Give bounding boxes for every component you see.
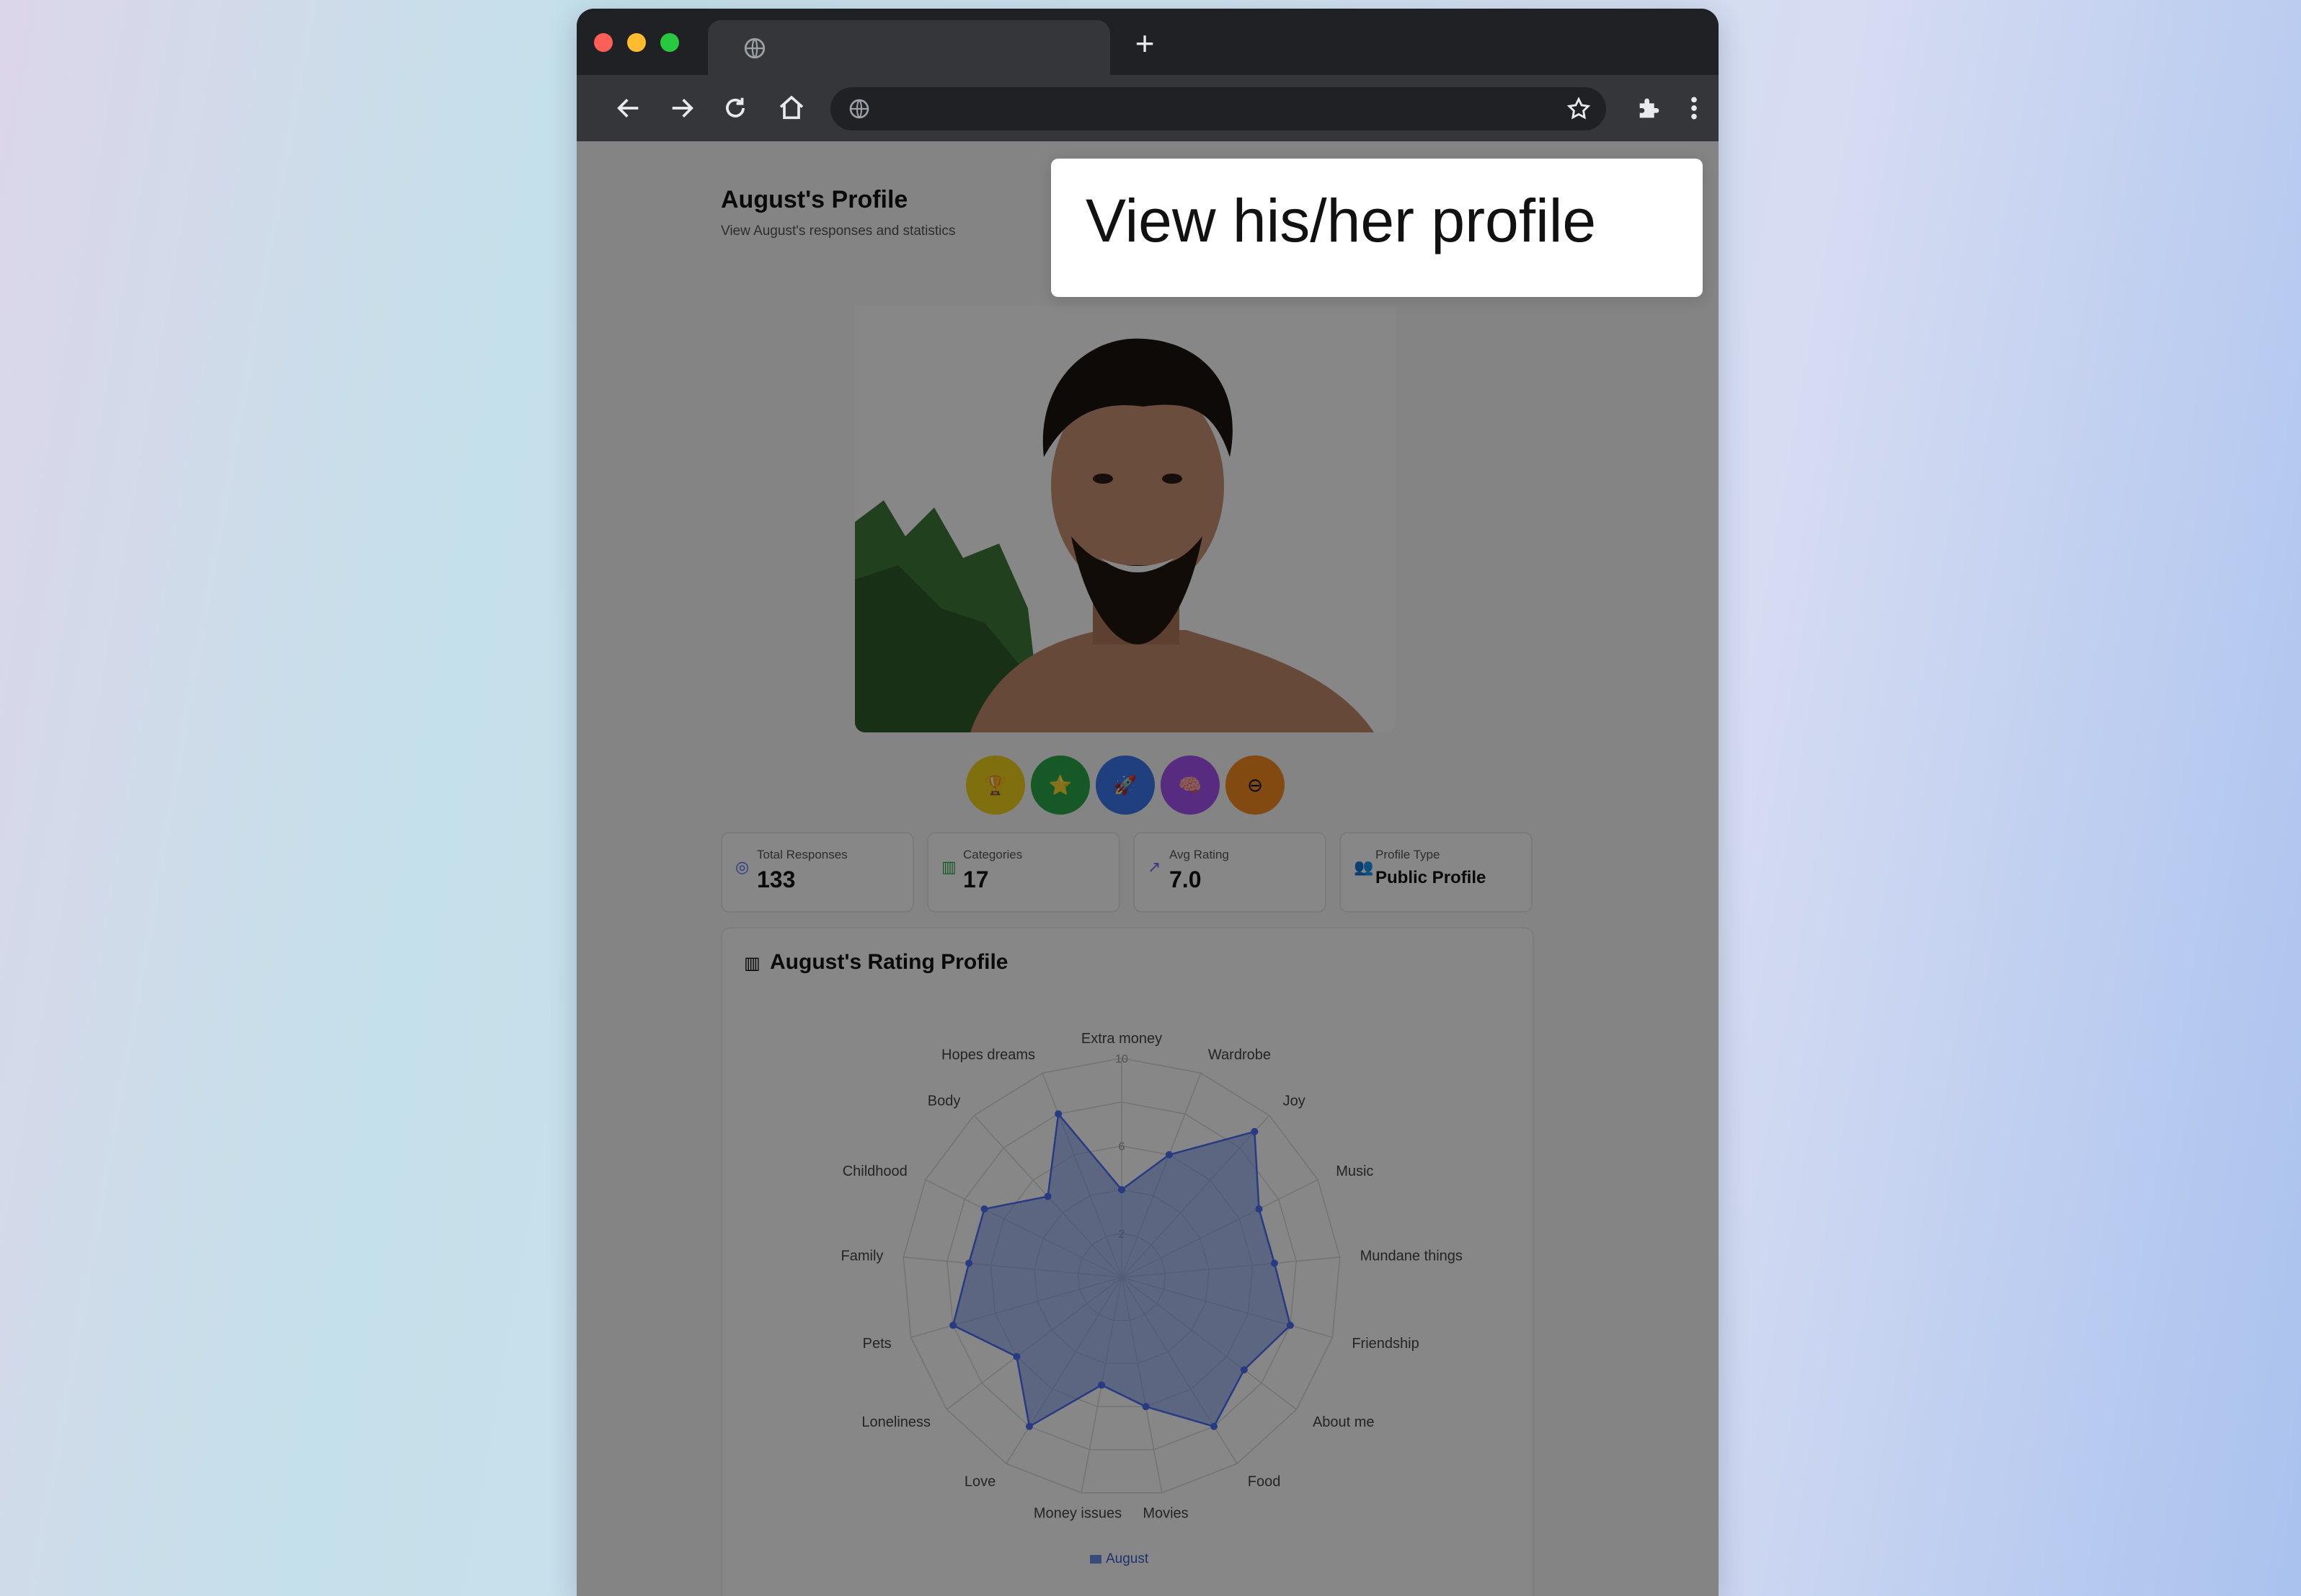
maximize-window-button[interactable]: [660, 33, 679, 52]
axis-label: Body: [928, 1094, 961, 1109]
data-point: [1270, 1259, 1278, 1267]
stat-value: 7.0: [1169, 866, 1202, 892]
axis-label: Loneliness: [861, 1414, 931, 1430]
browser-tab[interactable]: [708, 20, 1110, 76]
radar-chart: 2610Extra moneyWardrobeJoyMusicMundane t…: [841, 1031, 1463, 1521]
radial-tick-label: 6: [1119, 1141, 1125, 1153]
axis-label: Hopes dreams: [941, 1047, 1035, 1063]
axis-label: Movies: [1143, 1505, 1188, 1521]
home-icon[interactable]: [773, 89, 810, 127]
stat-value: 133: [757, 866, 796, 892]
back-arrow-icon[interactable]: [610, 89, 647, 127]
axis-label: Money issues: [1034, 1505, 1122, 1521]
stat-label: Categories: [963, 848, 1023, 861]
data-point: [1240, 1366, 1248, 1374]
data-point: [980, 1205, 988, 1213]
chart-legend[interactable]: August: [1090, 1551, 1148, 1567]
page-subtitle: View August's responses and statistics: [721, 223, 956, 239]
data-point: [1044, 1192, 1052, 1200]
stat-card-profile-type: 👥 Profile Type Public Profile: [1339, 832, 1533, 913]
site-info-globe-icon[interactable]: [848, 97, 871, 124]
forward-arrow-icon[interactable]: [663, 89, 701, 127]
axis-label: Family: [841, 1248, 884, 1264]
bookmark-star-icon[interactable]: [1566, 96, 1592, 125]
axis-label: Mundane things: [1360, 1248, 1463, 1264]
puzzle-icon[interactable]: [1631, 89, 1668, 127]
globe-icon: [742, 36, 767, 64]
tab-bar: +: [577, 9, 1719, 76]
address-bar[interactable]: [830, 87, 1606, 130]
data-point: [1251, 1127, 1259, 1135]
stat-label: Profile Type: [1375, 848, 1440, 861]
axis-label: Food: [1248, 1473, 1281, 1489]
data-point: [1098, 1381, 1106, 1389]
stat-card-total-responses: ◎ Total Responses 133: [721, 832, 914, 913]
data-point: [1055, 1110, 1063, 1118]
users-icon: 👥: [1354, 858, 1374, 876]
data-point: [1142, 1403, 1150, 1411]
trend-icon: ↗: [1148, 858, 1161, 876]
minimize-window-button[interactable]: [627, 33, 646, 52]
brain-icon[interactable]: 🧠: [1161, 755, 1220, 815]
axis-label: Childhood: [843, 1163, 908, 1179]
axis-label: Music: [1336, 1163, 1373, 1179]
data-point: [1286, 1321, 1294, 1329]
data-point: [949, 1321, 957, 1329]
axis-label: Extra money: [1081, 1031, 1162, 1047]
stat-value: 17: [963, 866, 989, 892]
stat-label: Avg Rating: [1169, 848, 1229, 861]
page-viewport: August's Profile View August's responses…: [577, 141, 1719, 1596]
legend-label: August: [1106, 1551, 1149, 1566]
stat-label: Total Responses: [757, 848, 848, 861]
bar-chart-icon: ▥: [941, 858, 957, 876]
stat-value: Public Profile: [1375, 868, 1486, 887]
axis-label: Wardrobe: [1208, 1047, 1271, 1063]
callout-text: View his/her profile: [1086, 187, 1597, 254]
page-title: August's Profile: [721, 186, 908, 213]
data-point: [1210, 1422, 1218, 1430]
reload-icon[interactable]: [717, 89, 754, 127]
profile-photo: [855, 306, 1396, 732]
axis-label: About me: [1313, 1414, 1375, 1430]
trophy-icon[interactable]: 🏆: [966, 755, 1025, 815]
data-point: [1255, 1205, 1263, 1213]
data-point: [1165, 1151, 1173, 1158]
close-window-button[interactable]: [594, 33, 613, 52]
minus-icon[interactable]: ⊖: [1225, 755, 1285, 815]
kebab-menu-icon[interactable]: [1675, 89, 1713, 127]
new-tab-button[interactable]: +: [1123, 22, 1166, 65]
achievement-badges: 🏆 ⭐ 🚀 🧠 ⊖: [966, 755, 1287, 816]
target-icon: ◎: [735, 858, 750, 876]
data-point: [965, 1259, 973, 1267]
callout-box: View his/her profile: [1051, 159, 1703, 297]
stat-card-avg-rating: ↗ Avg Rating 7.0: [1133, 832, 1326, 913]
data-point: [1025, 1422, 1033, 1430]
axis-label: Joy: [1283, 1094, 1305, 1109]
rocket-icon[interactable]: 🚀: [1096, 755, 1155, 815]
browser-toolbar: [577, 75, 1719, 141]
data-point: [1013, 1352, 1021, 1360]
legend-swatch: [1090, 1555, 1101, 1564]
radial-tick-label: 10: [1115, 1053, 1128, 1065]
axis-label: Love: [965, 1473, 996, 1489]
axis-label: Pets: [863, 1336, 892, 1352]
axis-label: Friendship: [1352, 1336, 1419, 1352]
data-point: [1118, 1186, 1125, 1194]
stat-card-categories: ▥ Categories 17: [927, 832, 1120, 913]
star-icon[interactable]: ⭐: [1031, 755, 1090, 815]
rating-profile-card: ▥ August's Rating Profile 2610Extra mone…: [721, 927, 1534, 1596]
